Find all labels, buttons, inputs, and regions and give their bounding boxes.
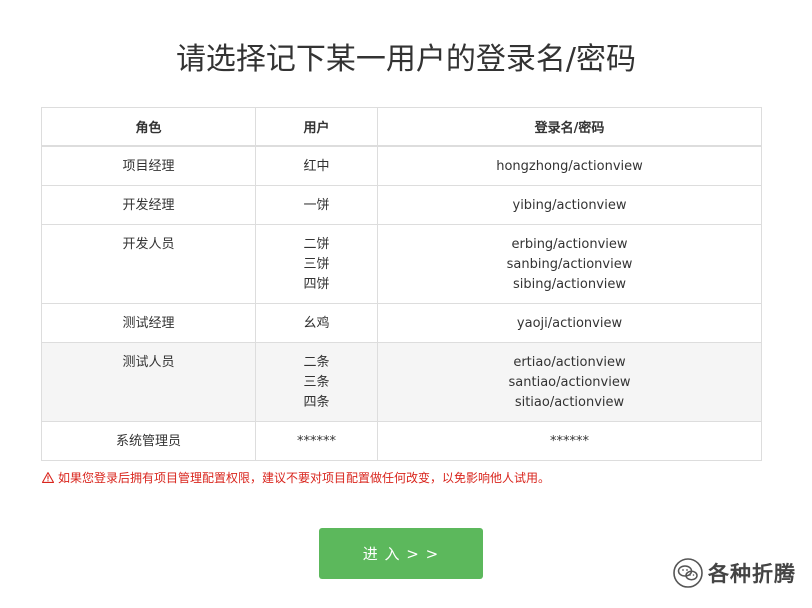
warning-message: 如果您登录后拥有项目管理配置权限，建议不要对项目配置做任何改变，以免影响他人试用…	[41, 470, 551, 486]
user-name: 幺鸡	[303, 316, 330, 331]
login-credential: sibing/actionview	[512, 277, 627, 292]
user-cell: 二条 三条 四条	[255, 342, 378, 422]
user-cell: 二饼 三饼 四饼	[255, 224, 378, 304]
login-cell: ertiao/actionview santiao/actionview sitia…	[377, 342, 762, 422]
table-header-row: 角色 用户 登录名/密码	[41, 107, 762, 147]
login-cell: erbing/actionview sanbing/actionview sibin…	[377, 224, 762, 304]
user-cell: 一饼	[255, 185, 378, 225]
watermark: 各种折腾	[672, 556, 796, 590]
warning-text: 如果您登录后拥有项目管理配置权限，建议不要对项目配置做任何改变，以免影响他人试用…	[58, 471, 551, 485]
header-login: 登录名/密码	[377, 107, 762, 147]
header-user: 用户	[255, 107, 378, 147]
login-cell: ******	[377, 421, 762, 461]
login-credential: santiao/actionview	[508, 375, 631, 390]
table-row: 测试经理 幺鸡 yaoji/actionview	[41, 303, 762, 343]
role-label: 系统管理员	[115, 434, 181, 449]
role-label: 开发人员	[122, 237, 175, 252]
role-cell: 测试经理	[41, 303, 256, 343]
user-name: 四饼	[303, 277, 330, 292]
user-cell: 红中	[255, 145, 378, 186]
login-credential: ******	[550, 434, 589, 449]
login-cell: yibing/actionview	[377, 185, 762, 225]
user-cell: 幺鸡	[255, 303, 378, 343]
table-row: 项目经理 红中 hongzhong/actionview	[41, 145, 762, 186]
wechat-icon	[672, 557, 704, 589]
header-role: 角色	[41, 107, 256, 147]
login-credential: erbing/actionview	[511, 237, 628, 252]
accounts-table: 角色 用户 登录名/密码 项目经理 红中 hongzhong/actionview 开…	[41, 107, 762, 461]
table-row: 开发经理 一饼 yibing/actionview	[41, 185, 762, 225]
login-credential: yaoji/actionview	[516, 316, 623, 331]
table-row: 开发人员 二饼三饼四饼 erbing/actionview sanbing/actio…	[41, 224, 762, 304]
login-credential: sitiao/actionview	[514, 395, 625, 410]
table-body: 项目经理 红中 hongzhong/actionview 开发经理 一饼 yibing/a…	[41, 145, 762, 461]
role-cell: 开发经理	[41, 185, 256, 225]
user-name: 三条	[303, 375, 330, 390]
watermark-text: 各种折腾	[708, 562, 796, 586]
warning-icon	[41, 470, 55, 486]
login-cell: hongzhong/actionview	[377, 145, 762, 186]
user-name: 一饼	[303, 198, 330, 213]
table-row: 系统管理员 ****** ******	[41, 421, 762, 461]
login-credential: hongzhong/actionview	[496, 159, 643, 174]
user-name: 三饼	[303, 257, 330, 272]
table-row: 测试人员 二条三条四条 ertiao/actionview santiao/actio…	[41, 342, 762, 422]
user-cell: ******	[255, 421, 378, 461]
user-name: 二饼	[303, 237, 330, 252]
login-credential: yibing/actionview	[512, 198, 627, 213]
role-cell: 项目经理	[41, 145, 256, 186]
user-name: 四条	[303, 395, 330, 410]
role-label: 测试人员	[122, 355, 175, 370]
role-label: 开发经理	[122, 198, 175, 213]
login-credential: ertiao/actionview	[513, 355, 626, 370]
role-label: 测试经理	[122, 316, 175, 331]
login-credential: sanbing/actionview	[506, 257, 633, 272]
user-name: 红中	[303, 159, 330, 174]
user-name: ******	[297, 434, 336, 449]
role-label: 项目经理	[122, 159, 175, 174]
login-cell: yaoji/actionview	[377, 303, 762, 343]
role-cell: 测试人员	[41, 342, 256, 422]
page-title: 请选择记下某一用户的登录名/密码	[175, 42, 637, 77]
enter-button[interactable]: 进 入 > >	[319, 528, 483, 579]
role-cell: 开发人员	[41, 224, 256, 304]
user-name: 二条	[303, 355, 330, 370]
role-cell: 系统管理员	[41, 421, 256, 461]
